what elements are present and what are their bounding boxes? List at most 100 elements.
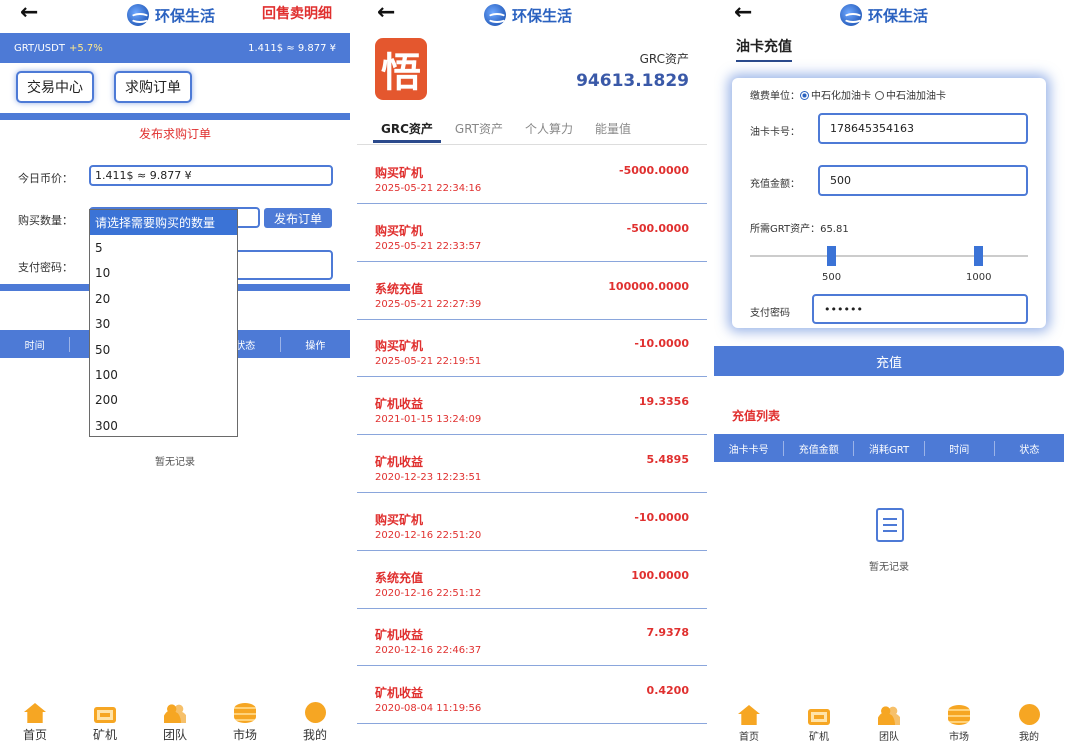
amount-slider-track[interactable]: [750, 255, 1028, 257]
nav-label: 团队: [162, 728, 187, 742]
record-title: 矿机收益: [375, 628, 424, 643]
nav-miner[interactable]: 矿机: [794, 707, 844, 743]
tab-grt[interactable]: GRT资产: [455, 120, 503, 142]
slider-knob-500[interactable]: [827, 246, 836, 266]
back-arrow-icon[interactable]: ←: [377, 1, 395, 25]
dropdown-option[interactable]: 50: [90, 337, 237, 362]
app-logo: 环保生活: [840, 4, 928, 26]
nav-team[interactable]: 团队: [150, 703, 200, 743]
record-amount: 19.3356: [638, 395, 689, 409]
record-row: 系统充值 2020-12-16 22:51:12 100.0000: [357, 551, 707, 609]
record-title: 购买矿机: [375, 166, 424, 180]
nav-label: 矿机: [92, 728, 117, 742]
document-icon: [876, 508, 904, 542]
nav-label: 我的: [1019, 732, 1039, 743]
record-row: 矿机收益 2020-12-16 22:46:37 7.9378: [357, 608, 707, 667]
nav-label: 市场: [949, 732, 969, 743]
slider-knob-1000[interactable]: [974, 246, 983, 266]
recharge-form-card: 缴费单位： 中石化加油卡 中石油加油卡 油卡卡号： 178645354163 充值金…: [732, 78, 1046, 328]
record-date: 2020-12-23 12:23:51: [375, 472, 482, 483]
record-title: 系统充值: [375, 281, 424, 296]
tab-grc[interactable]: GRC资产: [373, 120, 441, 143]
nav-team[interactable]: 团队: [864, 705, 914, 743]
profile-icon: [304, 702, 326, 723]
home-icon: [738, 705, 760, 725]
bottom-nav: 首页 矿机 团队 市场 我的: [0, 701, 350, 745]
record-row: 矿机收益 2021-01-15 13:24:09 19.3356: [357, 377, 707, 436]
nav-market[interactable]: 市场: [220, 703, 270, 743]
miner-icon: [808, 709, 830, 725]
sell-details-link[interactable]: 回售卖明细: [262, 3, 332, 23]
record-title: 系统充值: [375, 570, 424, 585]
dropdown-option-placeholder[interactable]: 请选择需要购买的数量: [90, 210, 237, 236]
app-logo: 环保生活: [127, 4, 215, 26]
record-amount: 0.4200: [646, 684, 689, 698]
record-date: 2020-12-16 22:51:20: [375, 529, 482, 541]
payee-option-sinopec[interactable]: 中石化加油卡: [811, 91, 871, 102]
nav-miner[interactable]: 矿机: [80, 705, 130, 743]
range-label-500: 500: [822, 272, 842, 283]
nav-market[interactable]: 市场: [934, 705, 984, 743]
globe-icon: [127, 4, 150, 26]
record-row: 系统充值 2025-05-21 22:27:39 100000.0000: [357, 262, 707, 320]
record-row: 矿机收益 2020-08-04 11:19:56 0.4200: [357, 666, 707, 725]
record-title: 购买矿机: [375, 512, 424, 527]
home-icon: [24, 703, 46, 723]
trade-center-button[interactable]: 交易中心: [16, 71, 94, 103]
asset-screen: ← 环保生活 悟 GRC资产 94613.1829 GRC资产 GRT资产 个人…: [357, 0, 707, 745]
back-arrow-icon[interactable]: ←: [734, 1, 752, 25]
tab-hashpower[interactable]: 个人算力: [525, 120, 573, 142]
record-row: 矿机收益 2020-12-23 12:23:51 5.4895: [357, 435, 707, 493]
record-date: 2025-05-21 22:19:51: [375, 356, 482, 368]
publish-order-button[interactable]: 发布订单: [264, 208, 332, 228]
dropdown-option[interactable]: 100: [90, 362, 237, 387]
dropdown-option[interactable]: 10: [90, 261, 237, 286]
fuel-card-screen: ← 环保生活 油卡充值 缴费单位： 中石化加油卡 中石油加油卡 油卡卡号： 1786…: [714, 0, 1088, 745]
record-title: 矿机收益: [375, 455, 424, 469]
payee-option-petrochina[interactable]: 中石油加油卡: [886, 91, 946, 102]
card-number-input[interactable]: 178645354163: [818, 113, 1028, 144]
radio-sinopec[interactable]: [800, 91, 809, 100]
tab-fuel-card-recharge[interactable]: 油卡充值: [736, 36, 792, 62]
app-title: 环保生活: [155, 6, 216, 25]
nav-profile[interactable]: 我的: [290, 702, 340, 743]
dropdown-option[interactable]: 5: [90, 235, 237, 260]
record-amount: 5.4895: [646, 453, 689, 466]
asset-tabs: GRC资产 GRT资产 个人算力 能量值: [357, 120, 707, 143]
ticker-price: 1.411$ ≈ 9.877 ¥: [248, 42, 336, 54]
market-icon: [948, 705, 970, 725]
nav-profile[interactable]: 我的: [1004, 704, 1054, 743]
app-logo: 环保生活: [484, 4, 572, 26]
quantity-label: 购买数量：: [18, 214, 73, 227]
dropdown-option[interactable]: 30: [90, 312, 237, 337]
amount-input[interactable]: 500: [818, 165, 1028, 196]
record-row: 购买矿机 2025-05-21 22:33:57 -500.0000: [357, 204, 707, 262]
col-time: 时间: [24, 340, 45, 352]
record-date: 2020-08-04 11:19:56: [375, 703, 482, 715]
header: ← 环保生活: [357, 0, 707, 30]
pay-password-input[interactable]: ••••••: [812, 294, 1028, 324]
asset-value: 94613.1829: [576, 71, 689, 91]
record-date: 2020-12-16 22:51:12: [375, 587, 482, 599]
col-action: 操作: [279, 336, 350, 352]
quantity-dropdown[interactable]: 请选择需要购买的数量 5 10 20 30 50 100 200 300: [89, 209, 238, 437]
back-arrow-icon[interactable]: ←: [20, 1, 38, 25]
recharge-button[interactable]: 充值: [714, 346, 1064, 376]
dropdown-option[interactable]: 300: [90, 413, 237, 436]
nav-label: 首页: [739, 732, 759, 743]
payee-row: 缴费单位： 中石化加油卡 中石油加油卡: [750, 87, 946, 102]
col-card-number: 油卡卡号: [728, 444, 769, 456]
record-amount: -10.0000: [634, 337, 689, 351]
nav-home[interactable]: 首页: [10, 703, 60, 743]
dropdown-option[interactable]: 200: [90, 388, 237, 413]
radio-petrochina[interactable]: [875, 91, 884, 100]
record-title: 购买矿机: [375, 223, 424, 238]
record-row: 购买矿机 2025-05-21 22:34:16 -5000.0000: [357, 146, 707, 204]
buy-order-button[interactable]: 求购订单: [114, 71, 192, 103]
tab-energy[interactable]: 能量值: [595, 120, 631, 142]
dropdown-option[interactable]: 20: [90, 286, 237, 311]
required-grt-label: 所需GRT资产：65.81: [750, 224, 849, 235]
brand-logo: 悟: [375, 38, 427, 100]
app-title: 环保生活: [868, 6, 929, 25]
nav-home[interactable]: 首页: [724, 705, 774, 743]
